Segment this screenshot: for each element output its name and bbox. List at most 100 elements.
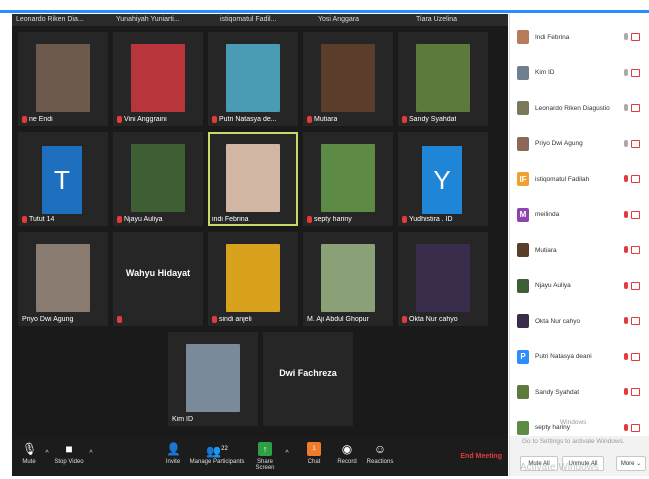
record-button[interactable]: ◉ Record <box>334 442 360 465</box>
reactions-icon: ☺ <box>373 442 387 456</box>
tile-name-text: ne Endi <box>29 116 53 123</box>
more-button[interactable]: More ⌄ <box>616 456 646 471</box>
participant-status-icons <box>624 139 646 148</box>
video-tile[interactable]: M. Aji Abdul Ghopur <box>303 232 393 326</box>
video-tile[interactable]: indi Febrina <box>208 132 298 226</box>
tile-name-text: Sandy Syahdat <box>409 116 457 123</box>
share-options-chevron[interactable]: ^ <box>282 450 292 457</box>
participant-row[interactable]: Mutiara <box>510 233 649 267</box>
participants-footer: Go to Settings to activate Windows. Mute… <box>510 436 649 476</box>
video-off-icon <box>631 139 640 148</box>
video-off-icon <box>631 175 640 183</box>
participant-row[interactable]: Sandy Syahdat <box>510 375 649 409</box>
end-meeting-button[interactable]: End Meeting <box>460 453 502 460</box>
participant-status-icons <box>624 246 646 254</box>
video-tile[interactable]: septy hariny <box>303 132 393 226</box>
video-tile[interactable]: Sandy Syahdat <box>398 32 488 126</box>
watermark-activate-text: Activate Windows <box>520 462 599 473</box>
mute-button[interactable]: 🎙 Mute <box>16 442 42 465</box>
chat-button[interactable]: 1 Chat <box>302 442 326 465</box>
video-tile[interactable]: Wahyu Hidayat <box>113 232 203 326</box>
mic-off-icon <box>624 246 628 253</box>
participant-avatar <box>517 65 529 80</box>
video-off-icon <box>631 388 640 396</box>
participant-row[interactable]: Indi Febrina <box>510 20 649 54</box>
tile-name-text: Putri Natasya de... <box>219 116 277 123</box>
tile-name-label: septy hariny <box>307 216 352 223</box>
muted-mic-icon <box>22 116 27 123</box>
video-gallery: ne Endi Vini Anggraini Putri Natasya de...… <box>12 26 508 438</box>
video-thumbnail <box>321 244 375 312</box>
participant-avatar <box>517 278 529 293</box>
video-tile[interactable]: Dwi Fachreza <box>263 332 353 426</box>
participant-row[interactable]: P Putri Natasya deani <box>510 340 649 374</box>
video-thumbnail <box>36 244 90 312</box>
stop-video-button[interactable]: ■ Stop Video <box>52 442 86 465</box>
tile-name-text: Kim ID <box>172 416 193 423</box>
participant-display-name: Wahyu Hidayat <box>125 268 191 278</box>
mic-off-icon <box>624 281 628 289</box>
invite-person-icon: 👤 <box>166 442 181 456</box>
manage-participants-label: Manage Participants <box>189 459 245 465</box>
video-tile[interactable]: Y Yudhistira . ID <box>398 132 488 226</box>
participant-name: Okta Nur cahyo <box>535 317 581 325</box>
video-thumbnail <box>131 44 185 112</box>
share-screen-button[interactable]: ↑ Share Screen <box>248 442 282 471</box>
audio-options-chevron[interactable]: ^ <box>42 450 52 457</box>
video-thumbnail <box>416 44 470 112</box>
tile-name-label: Yudhistira . ID <box>402 216 453 223</box>
video-options-chevron[interactable]: ^ <box>86 450 96 457</box>
video-tile[interactable]: Okta Nur cahyo <box>398 232 488 326</box>
mic-off-icon <box>624 352 628 360</box>
video-tile[interactable]: Priyo Dwi Agung <box>18 232 108 326</box>
video-tile[interactable]: Kim ID <box>168 332 258 426</box>
share-screen-label: Share Screen <box>255 459 275 471</box>
muted-mic-icon <box>212 316 217 323</box>
participant-row[interactable]: Leonardo Riken Diagustio <box>510 91 649 125</box>
top-name: Yosi Anggara <box>318 16 359 23</box>
participant-row[interactable]: Okta Nur cahyo <box>510 304 649 338</box>
chevron-up-icon: ^ <box>89 450 93 457</box>
window-accent-bar <box>0 10 649 13</box>
share-screen-icon: ↑ <box>258 442 272 456</box>
reactions-label: Reactions <box>366 459 394 465</box>
muted-mic-icon <box>212 116 217 123</box>
muted-mic-icon <box>307 216 312 223</box>
reactions-button[interactable]: ☺ Reactions <box>364 442 396 465</box>
muted-mic-icon <box>402 316 407 323</box>
video-tile[interactable]: ne Endi <box>18 32 108 126</box>
muted-mic-icon <box>22 216 27 223</box>
participant-name: istiqomatul Fadilah <box>535 175 590 183</box>
video-off-icon <box>631 210 640 219</box>
participant-row[interactable]: Njayu Auliya <box>510 269 649 303</box>
video-off-icon <box>631 33 640 41</box>
manage-participants-button[interactable]: 👥22 Manage Participants <box>188 442 246 465</box>
video-off-icon <box>631 104 640 112</box>
video-tile[interactable]: Njayu Auliya <box>113 132 203 226</box>
participant-name: Njayu Auliya <box>535 282 571 289</box>
participant-avatar: P <box>517 349 529 364</box>
avatar-letter: Y <box>422 146 462 214</box>
participant-status-icons <box>624 104 646 112</box>
participant-name: Sandy Syahdat <box>535 388 580 396</box>
participant-row[interactable]: IF istiqomatul Fadilah <box>510 162 649 196</box>
video-tile[interactable]: Putri Natasya de... <box>208 32 298 126</box>
tile-name-label: M. Aji Abdul Ghopur <box>307 316 369 323</box>
participant-row[interactable]: Mmeilinda <box>510 198 649 232</box>
participant-status-icons <box>624 210 646 219</box>
video-tile[interactable]: Mutiara <box>303 32 393 126</box>
video-tile[interactable]: T Tutut 14 <box>18 132 108 226</box>
participant-row[interactable]: Priyo Dwi Agung <box>510 127 649 161</box>
watermark-settings-text: Go to Settings to activate Windows. <box>522 438 625 445</box>
top-name: istiqomatul Fadil... <box>220 16 277 23</box>
video-thumbnail <box>226 44 280 112</box>
muted-mic-icon <box>402 216 407 223</box>
participant-avatar <box>517 136 529 151</box>
participant-row[interactable]: Kim ID <box>510 56 649 90</box>
invite-button[interactable]: 👤 Invite <box>160 442 186 465</box>
zoom-window: Leonardo Riken Dia... Yunahiyah Yuniarti… <box>0 0 649 479</box>
video-tile[interactable]: Vini Anggraini <box>113 32 203 126</box>
tile-name-text: Vini Anggraini <box>124 116 167 123</box>
tile-name-label: ne Endi <box>22 116 53 123</box>
video-tile[interactable]: sindi anjeli <box>208 232 298 326</box>
